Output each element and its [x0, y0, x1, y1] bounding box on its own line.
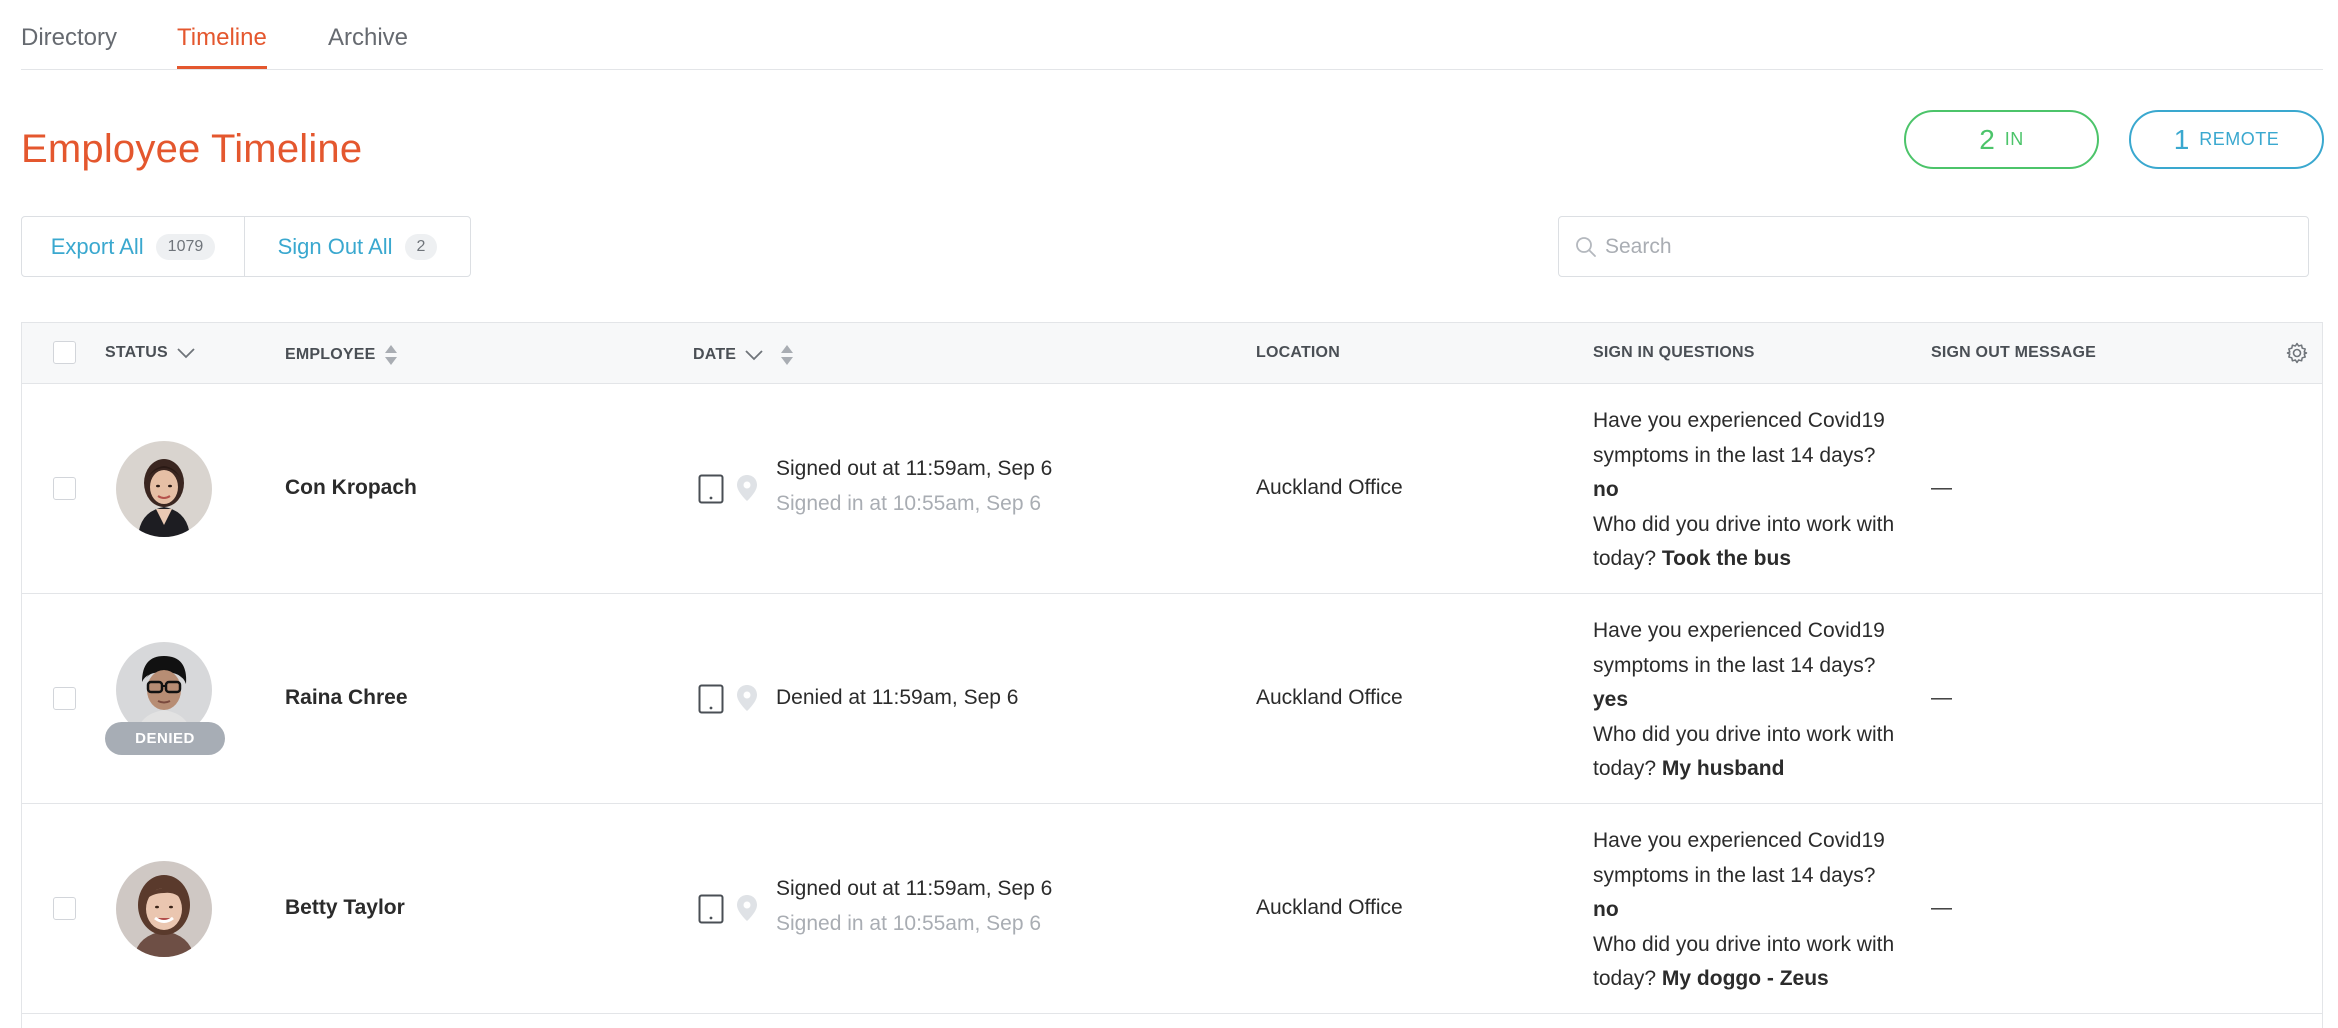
- answer-2: My husband: [1661, 757, 1785, 780]
- location-pin-icon: [737, 685, 757, 711]
- export-count-badge: 1079: [155, 233, 216, 260]
- sign-out-all-button[interactable]: Sign Out All 2: [245, 217, 470, 276]
- page-title: Employee Timeline: [21, 127, 363, 171]
- search-icon: [1576, 237, 1596, 257]
- sign-out-message: —: [1931, 896, 1952, 919]
- question-1: Have you experienced Covid19 symptoms in…: [1593, 409, 1885, 467]
- answer-2: My doggo - Zeus: [1661, 967, 1829, 990]
- date-header-label: DATE: [693, 346, 737, 363]
- date-signed-out: Signed out at 11:59am, Sep 6: [776, 457, 1053, 480]
- timeline-table: STATUS EMPLOYEE DATE LOCATION SIGN IN QU…: [21, 322, 2323, 1028]
- sign-in-answers: Have you experienced Covid19 symptoms in…: [1593, 404, 1913, 577]
- remote-count-button[interactable]: 1 REMOTE: [2129, 110, 2324, 169]
- sign-out-message: —: [1931, 686, 1952, 709]
- employee-column-header[interactable]: EMPLOYEE: [285, 344, 398, 366]
- date-signed-in: Signed in at 10:55am, Sep 6: [776, 492, 1042, 515]
- date-signed-out: Signed out at 11:59am, Sep 6: [776, 877, 1053, 900]
- search-box: [1558, 216, 2309, 277]
- tab-timeline[interactable]: Timeline: [177, 24, 267, 69]
- sign-in-answers: Have you experienced Covid19 symptoms in…: [1593, 614, 1913, 787]
- tab-archive[interactable]: Archive: [328, 24, 408, 52]
- remote-label: REMOTE: [2199, 129, 2280, 149]
- export-all-label: Export All: [50, 233, 144, 259]
- status-badge: DENIED: [105, 722, 225, 755]
- sort-icon: [384, 345, 397, 365]
- answer-1: no: [1593, 478, 1619, 501]
- row-checkbox[interactable]: [53, 897, 76, 920]
- location-text: Auckland Office: [1256, 896, 1403, 919]
- tab-bar: Directory Timeline Archive: [21, 0, 2323, 70]
- location-pin-icon: [737, 475, 757, 501]
- employee-header-label: EMPLOYEE: [285, 346, 376, 363]
- answer-2: Took the bus: [1661, 547, 1792, 570]
- date-denied: Denied at 11:59am, Sep 6: [776, 686, 1019, 709]
- chevron-down-icon: [177, 348, 195, 359]
- avatar: [116, 441, 212, 537]
- export-all-button[interactable]: Export All 1079: [22, 217, 245, 276]
- tablet-icon: [698, 474, 724, 504]
- chevron-down-icon: [745, 350, 763, 361]
- employee-name[interactable]: Betty Taylor: [285, 896, 405, 920]
- location-text: Auckland Office: [1256, 476, 1403, 499]
- sign-in-answers: Have you experienced Covid19 symptoms in…: [1593, 824, 1913, 997]
- sort-icon: [781, 345, 794, 365]
- employee-name[interactable]: Con Kropach: [285, 476, 417, 500]
- questions-header-label: SIGN IN QUESTIONS: [1593, 344, 1755, 361]
- tablet-icon: [698, 684, 724, 714]
- gear-icon[interactable]: [2285, 341, 2309, 365]
- location-pin-icon: [737, 895, 757, 921]
- table-row[interactable]: DENIED Raina Chree Denied at 11:59am, Se…: [22, 594, 2322, 804]
- action-button-group: Export All 1079 Sign Out All 2: [21, 216, 471, 277]
- status-header-label: STATUS: [105, 344, 168, 361]
- employee-name[interactable]: Raina Chree: [285, 686, 408, 710]
- sign-out-message: —: [1931, 476, 1952, 499]
- signout-column-header: SIGN OUT MESSAGE: [1931, 344, 2096, 362]
- select-all-checkbox[interactable]: [53, 341, 76, 364]
- location-header-label: LOCATION: [1256, 344, 1340, 361]
- date-signed-in: Signed in at 10:55am, Sep 6: [776, 912, 1042, 935]
- row-checkbox[interactable]: [53, 687, 76, 710]
- sign-out-count-badge: 2: [404, 233, 438, 260]
- table-header: STATUS EMPLOYEE DATE LOCATION SIGN IN QU…: [22, 323, 2322, 384]
- tablet-icon: [698, 894, 724, 924]
- date-column-header[interactable]: DATE: [693, 344, 794, 366]
- status-column-header[interactable]: STATUS: [105, 344, 196, 362]
- question-1: Have you experienced Covid19 symptoms in…: [1593, 829, 1885, 887]
- answer-1: no: [1593, 898, 1619, 921]
- table-row[interactable]: Betty Taylor Signed out at 11:59am, Sep …: [22, 804, 2322, 1014]
- avatar: [116, 861, 212, 957]
- tab-directory[interactable]: Directory: [21, 24, 117, 52]
- questions-column-header: SIGN IN QUESTIONS: [1593, 344, 1755, 362]
- signout-header-label: SIGN OUT MESSAGE: [1931, 344, 2096, 361]
- answer-1: yes: [1593, 688, 1629, 711]
- location-text: Auckland Office: [1256, 686, 1403, 709]
- table-row[interactable]: Con Kropach Signed out at 11:59am, Sep 6…: [22, 384, 2322, 594]
- search-input[interactable]: [1559, 217, 2308, 276]
- remote-count: 1: [2173, 123, 2190, 155]
- location-column-header: LOCATION: [1256, 344, 1340, 362]
- row-checkbox[interactable]: [53, 477, 76, 500]
- question-1: Have you experienced Covid19 symptoms in…: [1593, 619, 1885, 677]
- in-count-button[interactable]: 2 IN: [1904, 110, 2099, 169]
- sign-out-all-label: Sign Out All: [277, 233, 393, 259]
- in-label: IN: [2004, 129, 2024, 149]
- in-count: 2: [1979, 123, 1995, 155]
